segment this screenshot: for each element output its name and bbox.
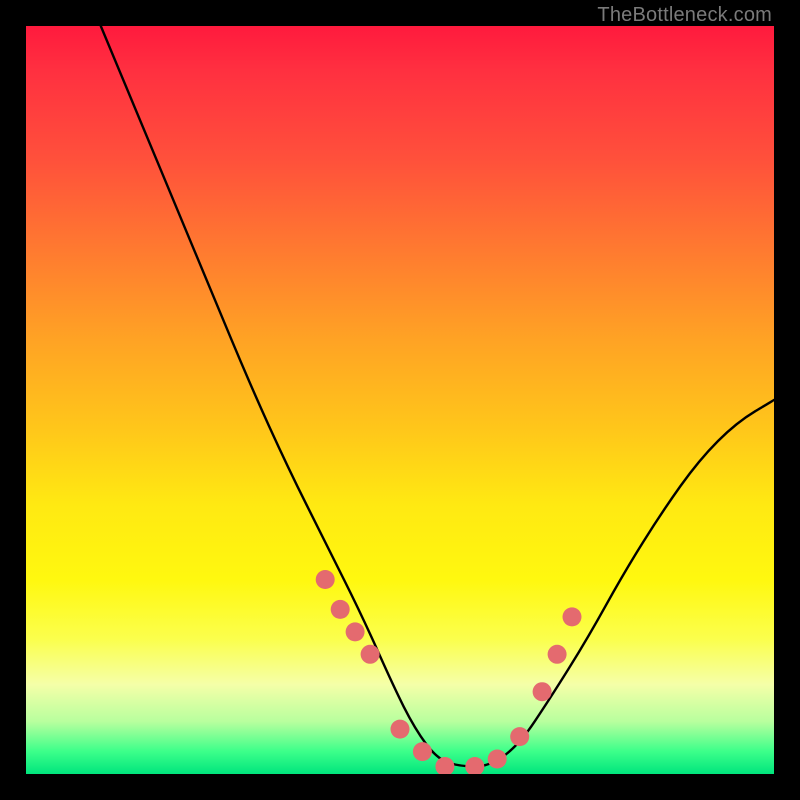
highlight-dot	[533, 682, 552, 701]
bottleneck-curve	[26, 26, 774, 774]
highlight-dot	[465, 757, 484, 774]
watermark-text: TheBottleneck.com	[597, 4, 772, 27]
highlight-dot	[391, 720, 410, 739]
highlight-dot	[563, 607, 582, 626]
highlight-dot	[435, 757, 454, 774]
highlight-dot	[510, 727, 529, 746]
highlight-dot	[331, 600, 350, 619]
chart-frame: TheBottleneck.com	[0, 0, 800, 800]
curve-path	[101, 26, 774, 767]
highlight-dot	[548, 645, 567, 664]
highlight-dot	[413, 742, 432, 761]
highlight-dot	[488, 750, 507, 769]
highlight-dot	[361, 645, 380, 664]
highlight-dot	[346, 622, 365, 641]
highlight-dot	[316, 570, 335, 589]
